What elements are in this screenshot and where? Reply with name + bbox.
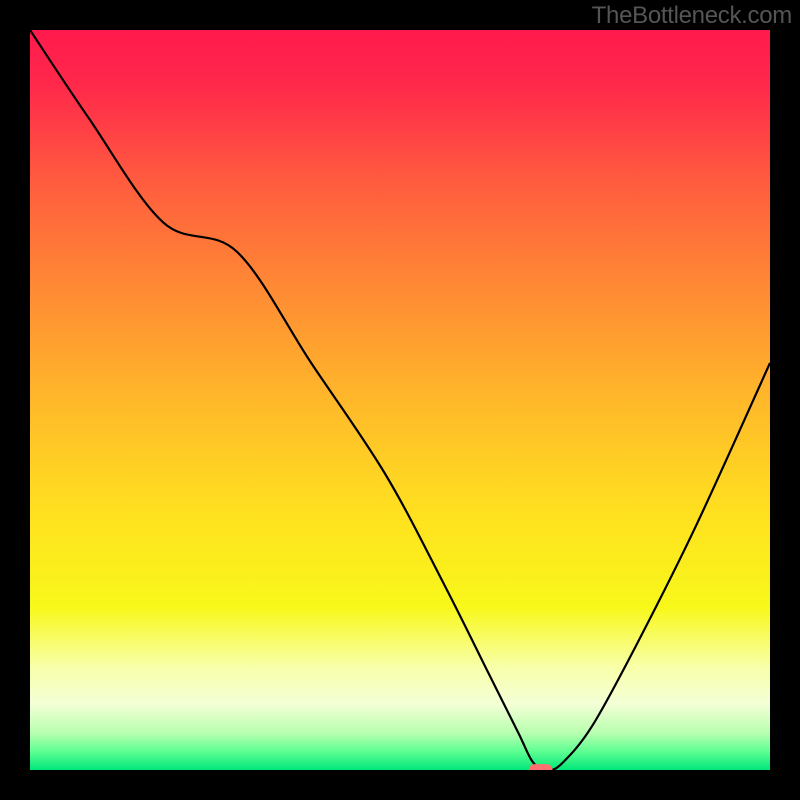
watermark-text: TheBottleneck.com bbox=[592, 2, 792, 30]
frame-right bbox=[770, 0, 800, 800]
bottleneck-plot bbox=[0, 0, 800, 800]
chart-container: TheBottleneck.com bbox=[0, 0, 800, 800]
gradient-background bbox=[30, 30, 770, 770]
frame-bottom bbox=[0, 770, 800, 800]
frame-left bbox=[0, 0, 30, 800]
